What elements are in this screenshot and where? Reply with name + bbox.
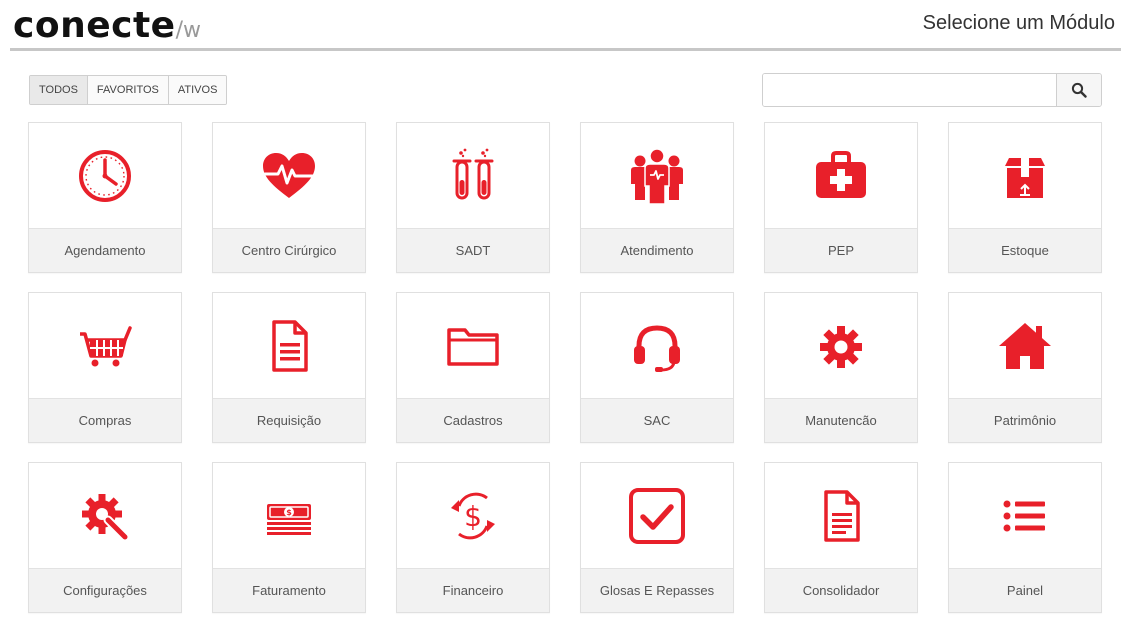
- shopping-cart-icon: [80, 325, 132, 366]
- filter-tab-favoritos[interactable]: FAVORITOS: [87, 76, 169, 104]
- module-tile-painel[interactable]: Painel: [948, 462, 1102, 613]
- module-tile-sadt[interactable]: SADT: [396, 122, 550, 273]
- module-tile-agendamento[interactable]: Agendamento: [28, 122, 182, 273]
- people-icon: [631, 147, 683, 205]
- module-label: Estoque: [949, 228, 1101, 272]
- search-input[interactable]: [763, 74, 1056, 106]
- module-label: Financeiro: [397, 568, 549, 612]
- filter-tabs: TODOS FAVORITOS ATIVOS: [29, 75, 228, 105]
- module-tile-configuracoes[interactable]: Configurações: [28, 462, 182, 613]
- module-label: Glosas E Repasses: [581, 568, 733, 612]
- module-label: Agendamento: [29, 228, 181, 272]
- package-icon: [1005, 157, 1045, 198]
- dollar-cycle-icon: $: [451, 492, 495, 539]
- search-icon: [1071, 82, 1087, 98]
- module-tile-consolidador[interactable]: Consolidador: [764, 462, 918, 613]
- module-tile-requisicao[interactable]: Requisição: [212, 292, 366, 443]
- module-tile-estoque[interactable]: Estoque: [948, 122, 1102, 273]
- document-icon: [272, 319, 308, 372]
- clock-icon: [79, 149, 131, 202]
- module-tile-cadastros[interactable]: Cadastros: [396, 292, 550, 443]
- module-label: Centro Cirúrgico: [213, 228, 365, 272]
- svg-text:$: $: [286, 508, 292, 517]
- money-stack-icon: $: [267, 503, 311, 535]
- test-tubes-icon: [452, 148, 494, 199]
- module-tile-sac[interactable]: SAC: [580, 292, 734, 443]
- search-box: [762, 73, 1102, 107]
- filter-tab-ativos[interactable]: ATIVOS: [168, 76, 227, 104]
- header: conecte/w Selecione um Módulo: [0, 0, 1121, 53]
- logo-name: conecte: [13, 5, 176, 46]
- module-tile-financeiro[interactable]: $ Financeiro: [396, 462, 550, 613]
- module-label: Patrimônio: [949, 398, 1101, 442]
- module-label: Requisição: [213, 398, 365, 442]
- module-label: SAC: [581, 398, 733, 442]
- home-icon: [999, 322, 1051, 369]
- heartbeat-icon: [263, 152, 315, 198]
- module-label: SADT: [397, 228, 549, 272]
- list-icon: [1003, 500, 1045, 531]
- module-grid: Agendamento Centro Cirúrgico SADT Atendi…: [28, 122, 1102, 613]
- medical-kit-icon: [816, 150, 866, 198]
- module-label: Manutencão: [765, 398, 917, 442]
- logo: conecte/w: [13, 4, 201, 53]
- module-tile-patrimonio[interactable]: Patrimônio: [948, 292, 1102, 443]
- module-label: Compras: [29, 398, 181, 442]
- headset-icon: [634, 324, 680, 372]
- module-tile-compras[interactable]: Compras: [28, 292, 182, 443]
- module-label: PEP: [765, 228, 917, 272]
- checkbox-icon: [629, 487, 685, 544]
- module-tile-glosas-repasses[interactable]: Glosas E Repasses: [580, 462, 734, 613]
- page-title: Selecione um Módulo: [922, 12, 1115, 34]
- gear-icon: [820, 325, 862, 368]
- filter-tab-todos[interactable]: TODOS: [30, 76, 88, 104]
- module-tile-atendimento[interactable]: Atendimento: [580, 122, 734, 273]
- module-tile-pep[interactable]: PEP: [764, 122, 918, 273]
- wrench-gear-icon: [82, 493, 130, 541]
- module-label: Painel: [949, 568, 1101, 612]
- module-label: Atendimento: [581, 228, 733, 272]
- header-divider: [10, 48, 1121, 51]
- module-tile-centro-cirurgico[interactable]: Centro Cirúrgico: [212, 122, 366, 273]
- folder-icon: [447, 327, 499, 366]
- document-outline-icon: [824, 489, 860, 542]
- module-label: Cadastros: [397, 398, 549, 442]
- module-tile-faturamento[interactable]: $ Faturamento: [212, 462, 366, 613]
- search-button[interactable]: [1056, 74, 1101, 106]
- svg-text:$: $: [464, 500, 482, 533]
- module-tile-manutencao[interactable]: Manutencão: [764, 292, 918, 443]
- module-label: Consolidador: [765, 568, 917, 612]
- logo-suffix: /w: [175, 18, 201, 43]
- module-label: Faturamento: [213, 568, 365, 612]
- module-label: Configurações: [29, 568, 181, 612]
